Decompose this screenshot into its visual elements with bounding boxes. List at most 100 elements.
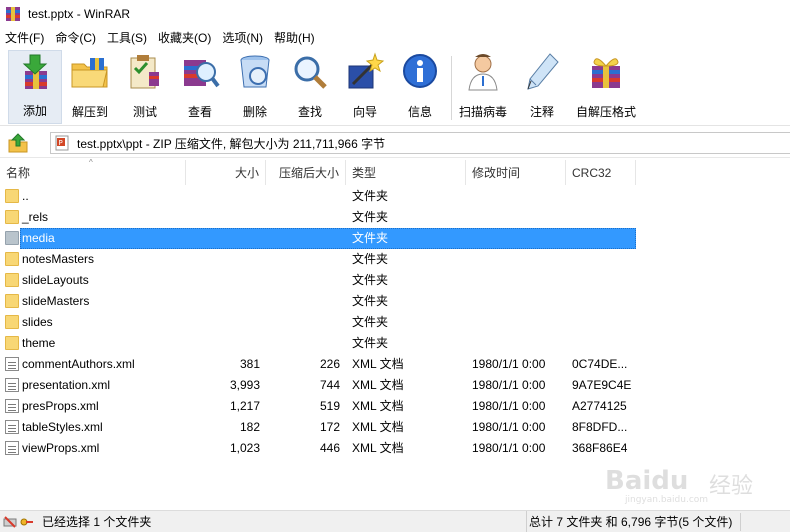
svg-text:P: P bbox=[59, 139, 63, 147]
view-button[interactable]: 查看 bbox=[173, 50, 227, 124]
column-header-size-label: 大小 bbox=[234, 166, 259, 180]
scan-virus-label: 扫描病毒 bbox=[458, 105, 507, 119]
winrar-app-icon[interactable] bbox=[5, 6, 21, 22]
up-folder-button[interactable] bbox=[6, 132, 30, 154]
file-size: 1,023 bbox=[229, 441, 260, 455]
baidu-watermark: Baidu 经验 jingyan.baidu.com bbox=[605, 466, 785, 506]
file-name: commentAuthors.xml bbox=[22, 357, 135, 371]
key-icon[interactable] bbox=[20, 515, 34, 529]
column-header-modified[interactable]: 修改时间 bbox=[466, 160, 566, 185]
sfx-button[interactable]: 自解压格式 bbox=[575, 50, 637, 124]
folder-icon bbox=[5, 231, 19, 245]
file-type: XML 文档 bbox=[352, 357, 404, 371]
folder-icon bbox=[5, 336, 19, 350]
file-size: 182 bbox=[239, 420, 260, 434]
path-field[interactable]: P test.pptx\ppt - ZIP 压缩文件, 解包大小为 211,71… bbox=[50, 132, 790, 154]
table-row[interactable]: slides 文件夹 bbox=[0, 312, 790, 333]
file-packed-size: 172 bbox=[319, 420, 340, 434]
file-type: XML 文档 bbox=[352, 378, 404, 392]
file-list[interactable]: ^ 名称 大小 压缩后大小 类型 修改时间 CRC32 .. 文件夹 _rels… bbox=[0, 159, 790, 508]
xml-file-icon bbox=[5, 378, 19, 392]
info-label: 信息 bbox=[407, 105, 432, 119]
column-header-packed[interactable]: 压缩后大小 bbox=[266, 160, 346, 185]
drive-icon[interactable] bbox=[3, 515, 17, 529]
toolbar-separator bbox=[451, 56, 452, 120]
column-header-type[interactable]: 类型 bbox=[346, 160, 466, 185]
table-row[interactable]: theme 文件夹 bbox=[0, 333, 790, 354]
file-packed-size: 744 bbox=[319, 378, 340, 392]
menu-tools[interactable]: 工具(S) bbox=[102, 28, 153, 48]
table-row[interactable]: notesMasters 文件夹 bbox=[0, 249, 790, 270]
column-header-modified-label: 修改时间 bbox=[472, 166, 521, 180]
comment-label: 注释 bbox=[529, 105, 554, 119]
table-row[interactable]: viewProps.xml 1,023 446 XML 文档 1980/1/1 … bbox=[0, 438, 790, 459]
view-magnifier-icon bbox=[184, 60, 220, 88]
file-name: media bbox=[22, 231, 55, 245]
test-button[interactable]: 测试 bbox=[118, 50, 172, 124]
title-bar: test.pptx - WinRAR bbox=[0, 0, 790, 28]
file-modified: 1980/1/1 0:00 bbox=[472, 420, 546, 434]
column-header-type-label: 类型 bbox=[352, 166, 377, 180]
column-header-size[interactable]: 大小 bbox=[186, 160, 266, 185]
file-size: 1,217 bbox=[229, 399, 260, 413]
table-row[interactable]: presProps.xml 1,217 519 XML 文档 1980/1/1 … bbox=[0, 396, 790, 417]
table-row[interactable]: tableStyles.xml 182 172 XML 文档 1980/1/1 … bbox=[0, 417, 790, 438]
table-row[interactable]: commentAuthors.xml 381 226 XML 文档 1980/1… bbox=[0, 354, 790, 375]
menu-favorites[interactable]: 收藏夹(O) bbox=[153, 28, 217, 48]
file-type: 文件夹 bbox=[352, 273, 389, 287]
delete-trash-icon bbox=[240, 55, 270, 88]
folder-icon bbox=[5, 315, 19, 329]
folder-icon bbox=[5, 210, 19, 224]
file-type: XML 文档 bbox=[352, 441, 404, 455]
comment-button[interactable]: 注释 bbox=[515, 50, 569, 124]
folder-icon bbox=[5, 273, 19, 287]
file-crc32: A2774125 bbox=[572, 399, 627, 413]
info-button[interactable]: 信息 bbox=[393, 50, 447, 124]
find-button[interactable]: 查找 bbox=[283, 50, 337, 124]
menu-options[interactable]: 选项(N) bbox=[217, 28, 269, 48]
file-crc32: 8F8DFD... bbox=[572, 420, 628, 434]
file-packed-size: 519 bbox=[319, 399, 340, 413]
table-row[interactable]: slideLayouts 文件夹 bbox=[0, 270, 790, 291]
column-header-name[interactable]: ^ 名称 bbox=[0, 159, 186, 185]
table-row[interactable]: _rels 文件夹 bbox=[0, 207, 790, 228]
file-modified: 1980/1/1 0:00 bbox=[472, 378, 546, 392]
add-label: 添加 bbox=[22, 104, 47, 118]
file-crc32: 9A7E9C4E bbox=[572, 378, 632, 392]
file-size: 3,993 bbox=[229, 378, 260, 392]
table-row[interactable]: .. 文件夹 bbox=[0, 186, 790, 207]
menu-help[interactable]: 帮助(H) bbox=[269, 28, 321, 48]
file-type: 文件夹 bbox=[352, 210, 389, 224]
add-archive-icon bbox=[22, 54, 48, 89]
file-type: XML 文档 bbox=[352, 420, 404, 434]
wizard-button[interactable]: 向导 bbox=[338, 50, 392, 124]
selection-highlight bbox=[20, 228, 636, 249]
file-name: _rels bbox=[22, 210, 49, 224]
extract-to-button[interactable]: 解压到 bbox=[63, 50, 117, 124]
view-label: 查看 bbox=[187, 105, 212, 119]
watermark-url: jingyan.baidu.com bbox=[625, 495, 709, 505]
watermark-cn: 经验 bbox=[709, 474, 754, 499]
file-name: presentation.xml bbox=[22, 378, 111, 392]
doctor-icon bbox=[468, 54, 498, 91]
scan-virus-button[interactable]: 扫描病毒 bbox=[456, 50, 510, 124]
file-name: viewProps.xml bbox=[22, 441, 100, 455]
menu-bar: 文件(F) 命令(C) 工具(S) 收藏夹(O) 选项(N) 帮助(H) bbox=[0, 28, 790, 48]
xml-file-icon bbox=[5, 441, 19, 455]
column-header-crc32[interactable]: CRC32 bbox=[566, 160, 636, 185]
path-text: test.pptx\ppt - ZIP 压缩文件, 解包大小为 211,711,… bbox=[77, 136, 386, 151]
file-type: 文件夹 bbox=[352, 336, 389, 350]
menu-commands[interactable]: 命令(C) bbox=[50, 28, 102, 48]
file-name: notesMasters bbox=[22, 252, 95, 266]
delete-button[interactable]: 删除 bbox=[228, 50, 282, 124]
table-row[interactable]: slideMasters 文件夹 bbox=[0, 291, 790, 312]
delete-label: 删除 bbox=[242, 105, 267, 119]
table-row[interactable]: presentation.xml 3,993 744 XML 文档 1980/1… bbox=[0, 375, 790, 396]
file-modified: 1980/1/1 0:00 bbox=[472, 441, 546, 455]
table-row-selected[interactable]: media 文件夹 bbox=[0, 228, 790, 249]
up-arrow-folder-icon bbox=[8, 133, 28, 153]
file-modified: 1980/1/1 0:00 bbox=[472, 357, 546, 371]
menu-file[interactable]: 文件(F) bbox=[0, 28, 50, 48]
status-divider bbox=[740, 513, 741, 531]
add-button[interactable]: 添加 bbox=[8, 50, 62, 124]
